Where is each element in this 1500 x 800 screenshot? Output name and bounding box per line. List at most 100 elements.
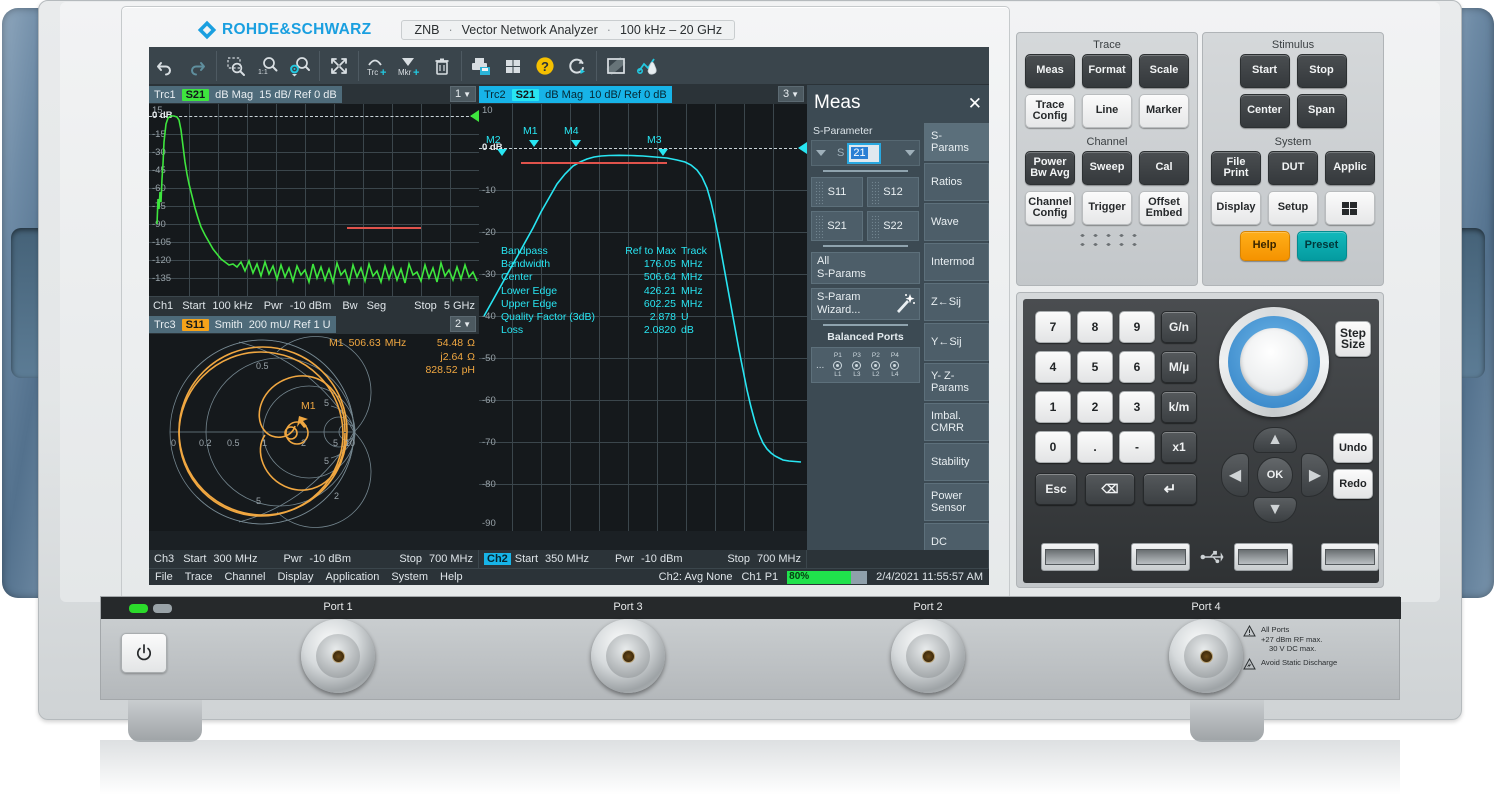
- num-key-9[interactable]: 9: [1119, 311, 1155, 343]
- menu-display[interactable]: Display: [271, 571, 319, 583]
- num-key-0[interactable]: 0: [1035, 431, 1071, 463]
- tab-y-z-params[interactable]: Y- Z- Params: [924, 363, 989, 401]
- usb-port-1[interactable]: [1041, 543, 1099, 571]
- sparam-button-s11[interactable]: S11: [811, 177, 863, 207]
- key-marker[interactable]: Marker: [1139, 94, 1189, 128]
- help-icon[interactable]: ?: [529, 50, 561, 82]
- chevron-down-icon[interactable]: [905, 150, 915, 156]
- redo-icon[interactable]: [181, 50, 213, 82]
- trc3-title[interactable]: Trc3 S11 Smith 200 mU/ Ref 1 U: [149, 316, 336, 333]
- num-key-giga-nano[interactable]: G/n: [1161, 311, 1197, 343]
- trc3-window-select[interactable]: 2 ▼: [450, 316, 476, 332]
- rotary-knob-center[interactable]: [1240, 328, 1308, 396]
- key-sweep[interactable]: Sweep: [1082, 151, 1132, 185]
- port-col-p3[interactable]: P3 L3: [847, 352, 866, 379]
- trace-add-icon[interactable]: Trc+: [362, 50, 394, 82]
- nav-down-icon[interactable]: ▼: [1253, 497, 1297, 523]
- key-stop[interactable]: Stop: [1297, 54, 1347, 88]
- enter-key[interactable]: ↵: [1143, 473, 1197, 505]
- key-preset[interactable]: Preset: [1297, 231, 1347, 261]
- all-sparams-button[interactable]: All S-Params: [811, 252, 920, 284]
- num-key-4[interactable]: 4: [1035, 351, 1071, 383]
- zoom-select-icon[interactable]: [220, 50, 252, 82]
- num-key-8[interactable]: 8: [1077, 311, 1113, 343]
- marker-add-icon[interactable]: Mkr+: [394, 50, 426, 82]
- sparam-input[interactable]: 21: [847, 143, 881, 164]
- diagram-trc1[interactable]: Trc1 S21 dB Mag 15 dB/ Ref 0 dB 1 ▼: [149, 85, 479, 315]
- num-key-minus[interactable]: -: [1119, 431, 1155, 463]
- refresh-icon[interactable]: [561, 50, 593, 82]
- diagram-trc2[interactable]: Trc2 S21 dB Mag 10 dB/ Ref 0 dB 3 ▼: [479, 85, 807, 550]
- key-trace-config[interactable]: Trace Config: [1025, 94, 1075, 128]
- trc2-ch[interactable]: Ch2: [484, 553, 511, 565]
- key-dut[interactable]: DUT: [1268, 151, 1318, 185]
- marker-m1[interactable]: [529, 140, 539, 147]
- trc2-window-select[interactable]: 3 ▼: [778, 86, 804, 102]
- port-col-p4[interactable]: P4 L4: [885, 352, 904, 379]
- key-display[interactable]: Display: [1211, 191, 1261, 225]
- trc3-smith-plot[interactable]: 0 0.2 0.5 1 2 5 10 0.5 5 5 5: [149, 334, 479, 531]
- marker-m2[interactable]: [497, 149, 507, 156]
- zoom-config-icon[interactable]: [284, 50, 316, 82]
- trc2-plot[interactable]: 10 0 dB -10 -20 -30 -40 -50 -60 -70 -80 …: [479, 104, 807, 531]
- key-center[interactable]: Center: [1240, 94, 1290, 128]
- tab-y-sij[interactable]: Y←Sij: [924, 323, 989, 361]
- usb-port-3[interactable]: [1234, 543, 1292, 571]
- num-key-7[interactable]: 7: [1035, 311, 1071, 343]
- key-scale[interactable]: Scale: [1139, 54, 1189, 88]
- tab-stability[interactable]: Stability: [924, 443, 989, 481]
- menu-application[interactable]: Application: [320, 571, 386, 583]
- ok-button[interactable]: OK: [1257, 457, 1293, 493]
- sparam-wizard-button[interactable]: S-Param Wizard...: [811, 288, 920, 320]
- port-col-p1[interactable]: P1 L1: [828, 352, 847, 379]
- power-button[interactable]: [121, 633, 167, 673]
- port-connector-4[interactable]: [1169, 619, 1243, 693]
- key-trigger[interactable]: Trigger: [1082, 191, 1132, 225]
- key-offset-embed[interactable]: Offset Embed: [1139, 191, 1189, 225]
- marker-m4[interactable]: [571, 140, 581, 147]
- key-power-bw-avg[interactable]: Power Bw Avg: [1025, 151, 1075, 185]
- screenshot-icon[interactable]: [600, 50, 632, 82]
- sparam-selector[interactable]: S 21: [811, 140, 920, 166]
- step-size-key[interactable]: StepSize: [1335, 321, 1371, 357]
- close-icon[interactable]: ✕: [968, 95, 982, 112]
- sparam-button-s21[interactable]: S21: [811, 211, 863, 241]
- print-save-icon[interactable]: [465, 50, 497, 82]
- trc2-title[interactable]: Trc2 S21 dB Mag 10 dB/ Ref 0 dB: [479, 86, 672, 103]
- redo-key[interactable]: Redo: [1333, 469, 1373, 499]
- nav-right-icon[interactable]: ▶: [1301, 453, 1329, 497]
- num-key-6[interactable]: 6: [1119, 351, 1155, 383]
- key-help[interactable]: Help: [1240, 231, 1290, 261]
- usb-port-4[interactable]: [1321, 543, 1379, 571]
- num-key-3[interactable]: 3: [1119, 391, 1155, 423]
- sparam-button-s12[interactable]: S12: [867, 177, 919, 207]
- num-key-x1[interactable]: x1: [1161, 431, 1197, 463]
- nav-up-icon[interactable]: ▲: [1253, 427, 1297, 453]
- usb-port-2[interactable]: [1131, 543, 1189, 571]
- delete-icon[interactable]: [426, 50, 458, 82]
- tab-s-params[interactable]: S- Params: [924, 123, 989, 161]
- tab-intermod[interactable]: Intermod: [924, 243, 989, 281]
- rotary-knob[interactable]: [1219, 307, 1329, 417]
- num-key-5[interactable]: 5: [1077, 351, 1113, 383]
- num-key-1[interactable]: 1: [1035, 391, 1071, 423]
- backspace-key[interactable]: ⌫: [1085, 473, 1135, 505]
- key-channel-config[interactable]: Channel Config: [1025, 191, 1075, 225]
- num-key-decimal[interactable]: .: [1077, 431, 1113, 463]
- nav-left-icon[interactable]: ◀: [1221, 453, 1249, 497]
- key-file-print[interactable]: File Print: [1211, 151, 1261, 185]
- fullscreen-icon[interactable]: [323, 50, 355, 82]
- key-format[interactable]: Format: [1082, 54, 1132, 88]
- tab-wave[interactable]: Wave: [924, 203, 989, 241]
- key-line[interactable]: Line: [1082, 94, 1132, 128]
- port-connector-1[interactable]: [301, 619, 375, 693]
- key-windows[interactable]: [1325, 191, 1375, 225]
- zoom-1to1-icon[interactable]: 1:1: [252, 50, 284, 82]
- port-connector-2[interactable]: [891, 619, 965, 693]
- chevron-down-icon[interactable]: [816, 150, 826, 156]
- trc1-window-select[interactable]: 1 ▼: [450, 86, 476, 102]
- undo-key[interactable]: Undo: [1333, 433, 1373, 463]
- tab-z-sij[interactable]: Z←Sij: [924, 283, 989, 321]
- num-key-2[interactable]: 2: [1077, 391, 1113, 423]
- esc-key[interactable]: Esc: [1035, 473, 1077, 505]
